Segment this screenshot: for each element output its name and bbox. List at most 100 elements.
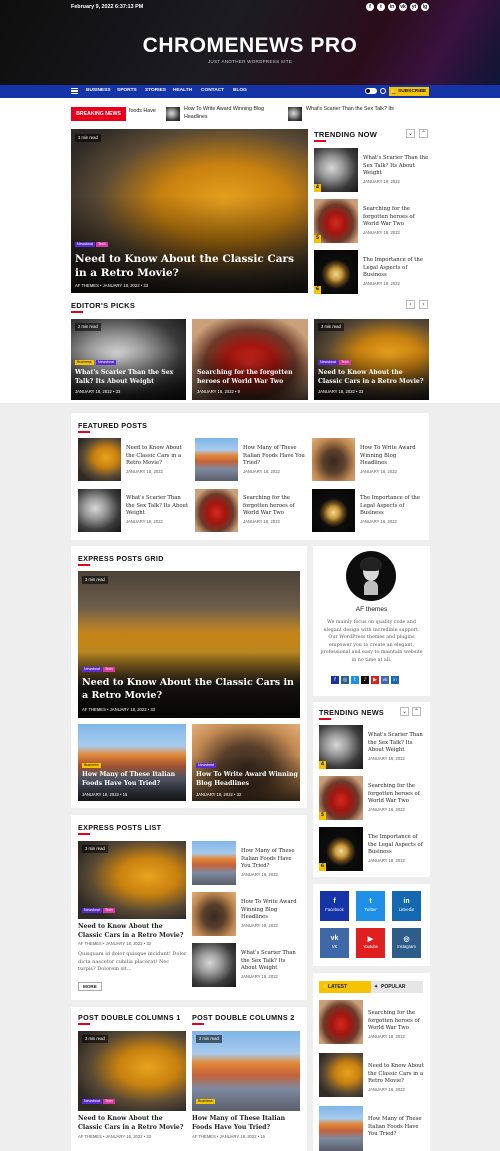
search-icon[interactable]: [380, 88, 386, 94]
list-item-title[interactable]: What's Scarier Than the Sex Talk? Its Ab…: [241, 950, 301, 973]
ticker-thumb[interactable]: [288, 107, 302, 121]
tag-newsbeat[interactable]: Newsbeat: [96, 360, 116, 365]
chevron-up-icon[interactable]: ⌃: [419, 129, 428, 138]
facebook-box[interactable]: f Facebook: [320, 891, 349, 921]
list-thumb[interactable]: [192, 841, 236, 885]
trending-item-title[interactable]: What's Scarier Than the Sex Talk? Its Ab…: [368, 732, 426, 755]
featured-item-title[interactable]: Searching for the forgotten heroes of Wo…: [243, 495, 306, 518]
linkedin-box[interactable]: in Linkedin: [392, 891, 421, 921]
tab-item-title[interactable]: Need to Know About the Classic Cars in a…: [368, 1063, 426, 1086]
youtube-icon[interactable]: ▶: [371, 676, 379, 684]
editors-pick-title[interactable]: Need to Know About the Classic Cars in a…: [318, 369, 426, 387]
featured-item-title[interactable]: How To Write Award Winning Blog Headline…: [360, 445, 423, 468]
dc2-post-title[interactable]: How Many of These Italian Foods Have You…: [192, 1114, 300, 1132]
list-thumb[interactable]: [192, 892, 236, 936]
more-button[interactable]: MORE: [78, 982, 102, 991]
youtube-box[interactable]: ▶ Youtube: [356, 928, 385, 958]
tag-business[interactable]: Business: [75, 360, 94, 365]
tag-business[interactable]: Business: [82, 763, 101, 768]
tab-item-title[interactable]: How Many of These Italian Foods Have You…: [368, 1116, 426, 1139]
grid-main-title[interactable]: Need to Know About the Classic Cars in a…: [82, 676, 296, 702]
vk-icon[interactable]: vk: [399, 3, 407, 11]
nav-health[interactable]: HEALTH: [173, 88, 192, 93]
chevron-right-icon[interactable]: ›: [419, 300, 428, 309]
list-item-title[interactable]: How To Write Award Winning Blog Headline…: [241, 899, 301, 922]
ticker-thumb[interactable]: [166, 107, 180, 121]
featured-thumb[interactable]: [195, 489, 238, 532]
vk-box[interactable]: vk VK: [320, 928, 349, 958]
vk-icon[interactable]: vk: [381, 676, 389, 684]
nav-business[interactable]: BUSINESS: [86, 88, 111, 93]
featured-thumb[interactable]: [312, 489, 355, 532]
editors-pick-title[interactable]: Searching for the forgotten heroes of Wo…: [197, 369, 305, 387]
featured-thumb[interactable]: [312, 438, 355, 481]
twitter-icon[interactable]: t: [377, 3, 385, 11]
featured-item-title[interactable]: How Many of These Italian Foods Have You…: [243, 445, 306, 468]
tag-newsbeat[interactable]: Newsbeat: [82, 908, 102, 913]
tag-tech[interactable]: Tech: [103, 908, 115, 913]
dc1-post-title[interactable]: Need to Know About the Classic Cars in a…: [78, 1114, 186, 1132]
ticker-item[interactable]: foods Have: [129, 108, 156, 116]
tab-item-title[interactable]: Searching for the forgotten heroes of Wo…: [368, 1010, 426, 1033]
featured-thumb[interactable]: [78, 438, 121, 481]
twitter-icon[interactable]: t: [351, 676, 359, 684]
nav-stories[interactable]: STORIES: [145, 88, 166, 93]
trending-item-title[interactable]: Searching for the forgotten heroes of Wo…: [368, 783, 426, 806]
tag-business[interactable]: Business: [196, 1099, 215, 1104]
list-main-title[interactable]: Need to Know About the Classic Cars in a…: [78, 922, 186, 940]
chevron-down-icon[interactable]: ⌄: [406, 129, 415, 138]
list-item-title[interactable]: How Many of These Italian Foods Have You…: [241, 848, 301, 871]
author-avatar[interactable]: [346, 551, 396, 601]
tag-tech[interactable]: Tech: [103, 1099, 115, 1104]
ticker-item[interactable]: How To Write Award Winning Blog Headline…: [184, 106, 274, 121]
chevron-left-icon[interactable]: ‹: [406, 300, 415, 309]
featured-item-title[interactable]: The Importance of the Legal Aspects of B…: [360, 495, 423, 518]
featured-item-title[interactable]: Need to Know About the Classic Cars in a…: [126, 445, 189, 468]
trending-item-title[interactable]: What's Scarier Than the Sex Talk? Its Ab…: [363, 155, 429, 178]
tag-newsbeat[interactable]: Newsbeat: [82, 667, 102, 672]
instagram-icon[interactable]: ig: [421, 3, 429, 11]
editors-pick-title[interactable]: What's Scarier Than the Sex Talk? Its Ab…: [75, 369, 183, 387]
tag-tech[interactable]: Tech: [103, 667, 115, 672]
tag-tech[interactable]: Tech: [339, 360, 351, 365]
facebook-icon[interactable]: f: [366, 3, 374, 11]
youtube-icon[interactable]: yt: [410, 3, 418, 11]
tab-latest[interactable]: ⚡ LATEST: [319, 981, 371, 993]
nav-contact[interactable]: CONTACT: [201, 88, 224, 93]
nav-sports[interactable]: SPORTS: [117, 88, 137, 93]
tag-newsbeat[interactable]: Newsbeat: [82, 1099, 102, 1104]
grid-sub-title[interactable]: How To Write Award Winning Blog Headline…: [196, 771, 298, 789]
nav-blog[interactable]: BLOG: [233, 88, 247, 93]
linkedin-icon[interactable]: in: [391, 676, 399, 684]
tag-newsbeat[interactable]: Newsbeat: [318, 360, 338, 365]
ticker-item[interactable]: What's Scarier Than the Sex Talk? Its: [306, 106, 406, 114]
tab-thumb[interactable]: [319, 1000, 363, 1044]
tiktok-icon[interactable]: ♪: [361, 676, 369, 684]
facebook-icon[interactable]: f: [331, 676, 339, 684]
site-title[interactable]: CHROMENEWS PRO: [0, 34, 500, 58]
instagram-icon[interactable]: ◎: [341, 676, 349, 684]
trending-item-title[interactable]: The Importance of the Legal Aspects of B…: [363, 257, 429, 280]
twitter-box[interactable]: t Twitter: [356, 891, 385, 921]
trending-item-title[interactable]: Searching for the forgotten heroes of Wo…: [363, 206, 429, 229]
featured-thumb[interactable]: [195, 438, 238, 481]
chevron-up-icon[interactable]: ⌃: [412, 707, 421, 716]
trending-item-title[interactable]: The Importance of the Legal Aspects of B…: [368, 834, 426, 857]
linkedin-icon[interactable]: in: [388, 3, 396, 11]
tag-newsbeat[interactable]: Newsbeat: [196, 763, 216, 768]
subscribe-button[interactable]: SUBSCRIBE: [389, 87, 429, 96]
chevron-down-icon[interactable]: ⌄: [400, 707, 409, 716]
menu-icon[interactable]: [71, 88, 78, 94]
tag-newsbeat[interactable]: Newsbeat: [75, 242, 95, 247]
featured-item-title[interactable]: What's Scarier Than the Sex Talk? Its Ab…: [126, 495, 189, 518]
tab-popular[interactable]: ✦ POPULAR: [371, 981, 423, 993]
hero-title[interactable]: Need to Know About the Classic Cars in a…: [75, 252, 303, 280]
instagram-box[interactable]: ◎ Instagram: [392, 928, 421, 958]
list-thumb[interactable]: [192, 943, 236, 987]
featured-thumb[interactable]: [78, 489, 121, 532]
dark-mode-toggle[interactable]: [365, 88, 377, 94]
tab-thumb[interactable]: [319, 1106, 363, 1151]
author-name[interactable]: AF themes: [313, 606, 430, 613]
grid-sub-title[interactable]: How Many of These Italian Foods Have You…: [82, 771, 184, 789]
editors-pick-image[interactable]: [192, 319, 308, 400]
